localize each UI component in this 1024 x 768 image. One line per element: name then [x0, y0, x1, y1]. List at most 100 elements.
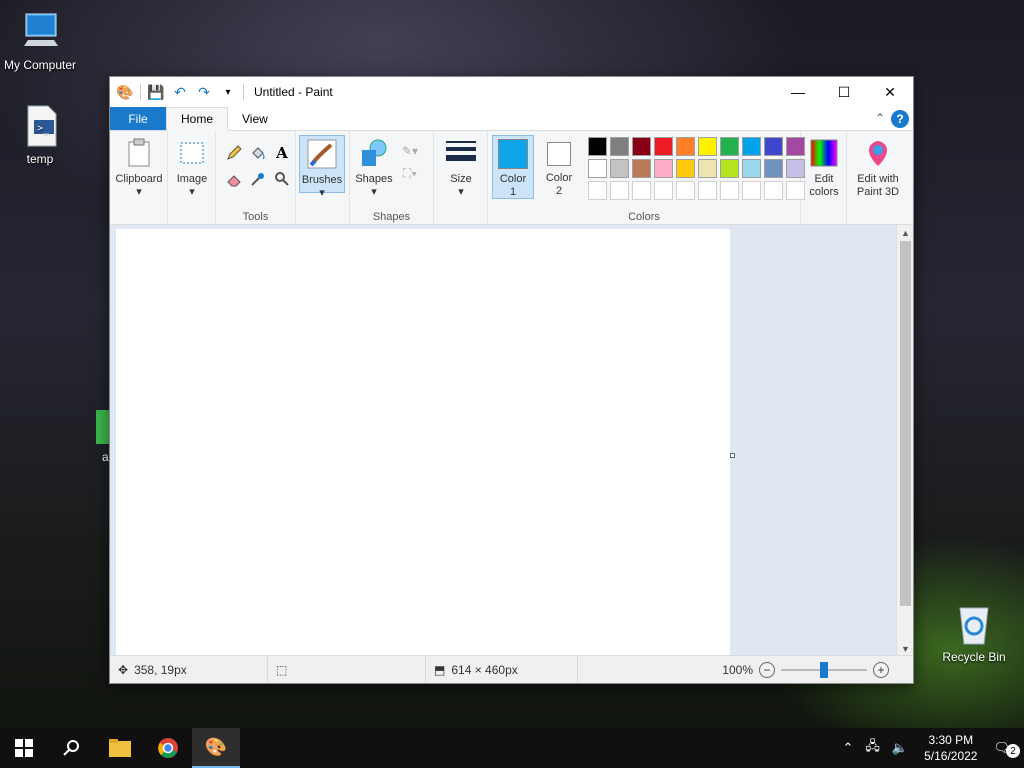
- palette-swatch[interactable]: [742, 137, 761, 156]
- palette-swatch[interactable]: [698, 181, 717, 200]
- clipboard-group: Clipboard ▾: [110, 131, 168, 225]
- palette-swatch[interactable]: [588, 137, 607, 156]
- palette-swatch[interactable]: [764, 137, 783, 156]
- maximize-button[interactable]: ☐: [821, 77, 867, 107]
- zoom-level: 100%: [722, 662, 753, 677]
- eraser-icon[interactable]: [224, 169, 244, 189]
- chevron-down-icon: ▾: [189, 186, 195, 198]
- color-picker-icon[interactable]: [248, 169, 268, 189]
- fill-icon[interactable]: ⛶▾: [400, 163, 420, 183]
- color-2-label: Color: [545, 172, 573, 184]
- start-button[interactable]: [0, 728, 48, 768]
- magnifier-icon[interactable]: [272, 169, 292, 189]
- palette-swatch[interactable]: [610, 159, 629, 178]
- close-button[interactable]: ✕: [867, 77, 913, 107]
- customize-qat-icon[interactable]: ▾: [219, 83, 237, 101]
- palette-swatch[interactable]: [698, 137, 717, 156]
- minimize-button[interactable]: —: [775, 77, 821, 107]
- text-tool-icon[interactable]: A: [272, 143, 292, 163]
- help-icon[interactable]: ?: [891, 110, 909, 128]
- palette-swatch[interactable]: [654, 159, 673, 178]
- shapes-icon: [358, 137, 390, 169]
- size-group: Size ▾: [434, 131, 488, 225]
- paint-taskbar-icon[interactable]: 🎨: [192, 728, 240, 768]
- palette-swatch[interactable]: [632, 159, 651, 178]
- tab-view[interactable]: View: [228, 107, 282, 130]
- clock[interactable]: 3:30 PM 5/16/2022: [914, 732, 987, 764]
- taskbar: 🎨 ⌃ 🖧 🔈 3:30 PM 5/16/2022 🗨 2: [0, 728, 1024, 768]
- chrome-icon[interactable]: [144, 728, 192, 768]
- color-1-button[interactable]: Color 1: [492, 135, 534, 199]
- palette-swatch[interactable]: [720, 181, 739, 200]
- palette-swatch[interactable]: [588, 181, 607, 200]
- image-button[interactable]: Image ▾: [170, 135, 214, 219]
- system-tray: ⌃ 🖧 🔈 3:30 PM 5/16/2022 🗨 2: [837, 728, 1024, 768]
- palette-swatch[interactable]: [676, 181, 695, 200]
- collapse-ribbon-icon[interactable]: ⌃: [875, 111, 885, 125]
- palette-swatch[interactable]: [764, 181, 783, 200]
- brushes-button[interactable]: Brushes ▾: [299, 135, 345, 199]
- palette-swatch[interactable]: [742, 159, 761, 178]
- windows-icon: [15, 739, 33, 757]
- palette-swatch[interactable]: [654, 137, 673, 156]
- search-icon[interactable]: [48, 728, 96, 768]
- palette-swatch[interactable]: [610, 137, 629, 156]
- resize-handle[interactable]: [730, 453, 735, 458]
- desktop-icon-my-computer[interactable]: My Computer: [0, 10, 80, 72]
- zoom-out-button[interactable]: −: [759, 661, 775, 678]
- scrollbar-thumb[interactable]: [900, 241, 911, 606]
- palette-swatch[interactable]: [720, 137, 739, 156]
- save-icon[interactable]: 💾: [147, 83, 165, 101]
- network-icon[interactable]: 🖧: [859, 737, 886, 759]
- file-explorer-icon[interactable]: [96, 728, 144, 768]
- clipboard-button[interactable]: Clipboard ▾: [114, 135, 164, 219]
- notifications-button[interactable]: 🗨 2: [987, 740, 1024, 758]
- status-bar: ✥ 358, 19px ⬚ ⬒ 614 × 460px 100% − +: [110, 655, 913, 683]
- zoom-slider[interactable]: [781, 661, 867, 678]
- paint3d-icon: [862, 137, 894, 169]
- size-button[interactable]: Size ▾: [439, 135, 483, 199]
- palette-swatch[interactable]: [676, 159, 695, 178]
- show-hidden-icons-icon[interactable]: ⌃: [837, 740, 860, 756]
- scroll-up-icon[interactable]: ▲: [897, 225, 914, 241]
- palette-swatch[interactable]: [720, 159, 739, 178]
- partially-hidden-desktop-icon[interactable]: a: [96, 410, 110, 464]
- fill-bucket-icon[interactable]: [248, 143, 268, 163]
- redo-icon[interactable]: ↷: [195, 83, 213, 101]
- palette-swatch[interactable]: [632, 181, 651, 200]
- title-bar[interactable]: 🎨 💾 ↶ ↷ ▾ Untitled - Paint — ☐ ✕: [110, 77, 913, 107]
- shapes-label: Shapes: [355, 173, 393, 185]
- canvas-area[interactable]: [110, 225, 898, 657]
- palette-swatch[interactable]: [742, 181, 761, 200]
- tab-home[interactable]: Home: [166, 107, 229, 131]
- color-2-number: 2: [555, 185, 563, 197]
- app-icon: [96, 410, 110, 444]
- palette-swatch[interactable]: [654, 181, 673, 200]
- desktop-icon-recycle-bin[interactable]: Recycle Bin: [934, 602, 1014, 664]
- palette-swatch[interactable]: [698, 159, 717, 178]
- image-label: Image: [176, 173, 208, 185]
- color-1-number: 1: [509, 186, 517, 198]
- palette-swatch[interactable]: [632, 137, 651, 156]
- palette-swatch[interactable]: [588, 159, 607, 178]
- palette-swatch[interactable]: [676, 137, 695, 156]
- undo-icon[interactable]: ↶: [171, 83, 189, 101]
- edit-colors-button[interactable]: Edit colors: [804, 135, 844, 199]
- desktop-icon-temp[interactable]: >_ temp: [0, 104, 80, 166]
- volume-icon[interactable]: 🔈: [886, 740, 914, 756]
- pencil-icon[interactable]: [224, 143, 244, 163]
- drawing-canvas[interactable]: [116, 229, 730, 657]
- zoom-slider-thumb[interactable]: [820, 661, 828, 678]
- color-2-button[interactable]: Color 2: [538, 135, 580, 199]
- vertical-scrollbar[interactable]: ▲ ▼: [896, 225, 913, 657]
- paint-app-icon[interactable]: 🎨: [116, 83, 134, 101]
- tab-file[interactable]: File: [110, 107, 166, 130]
- outline-icon[interactable]: ✎▾: [400, 141, 420, 161]
- chevron-down-icon: ▾: [136, 186, 142, 198]
- zoom-in-button[interactable]: +: [873, 661, 889, 678]
- palette-swatch[interactable]: [610, 181, 629, 200]
- paint-window[interactable]: 🎨 💾 ↶ ↷ ▾ Untitled - Paint — ☐ ✕ File Ho…: [109, 76, 914, 684]
- shapes-button[interactable]: Shapes ▾: [354, 135, 394, 199]
- palette-swatch[interactable]: [764, 159, 783, 178]
- edit-with-paint3d-button[interactable]: Edit with Paint 3D: [850, 135, 906, 199]
